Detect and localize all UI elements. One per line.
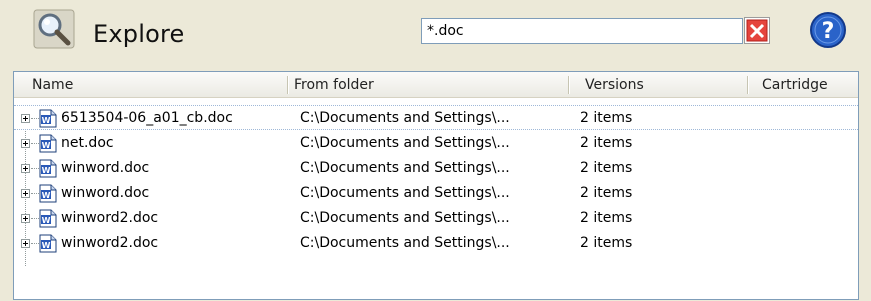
column-versions[interactable]: Versions <box>579 72 644 98</box>
row-versions: 2 items <box>580 185 633 201</box>
clear-search-button[interactable] <box>744 17 770 44</box>
row-versions: 2 items <box>580 160 633 176</box>
svg-text:W: W <box>42 166 51 175</box>
row-cartridge <box>756 231 856 256</box>
magnifier-icon <box>33 9 75 49</box>
results-panel: Name From folder Versions Cartridge W 65… <box>13 71 859 300</box>
column-name[interactable]: Name <box>26 72 73 98</box>
row-cartridge <box>756 131 856 156</box>
search-input[interactable] <box>421 18 743 44</box>
row-versions: 2 items <box>580 210 633 226</box>
word-document-icon: W <box>39 109 57 128</box>
column-cartridge[interactable]: Cartridge <box>756 72 828 98</box>
column-divider[interactable] <box>747 76 748 94</box>
row-folder: C:\Documents and Settings\... <box>300 210 510 226</box>
expand-icon[interactable] <box>21 214 30 223</box>
tree-connector <box>31 243 39 244</box>
svg-text:W: W <box>42 141 51 150</box>
word-document-icon: W <box>39 209 57 228</box>
row-cartridge <box>756 206 856 231</box>
row-cartridge <box>756 106 856 131</box>
row-folder: C:\Documents and Settings\... <box>300 135 510 151</box>
expand-icon[interactable] <box>21 139 30 148</box>
row-name: winword.doc <box>61 160 150 176</box>
table-row[interactable]: W winword2.doc C:\Documents and Settings… <box>14 231 858 256</box>
column-divider[interactable] <box>568 76 569 94</box>
column-from-folder[interactable]: From folder <box>288 72 374 98</box>
tree-connector <box>31 218 39 219</box>
row-name: 6513504-06_a01_cb.doc <box>61 110 233 126</box>
word-document-icon: W <box>39 159 57 178</box>
help-button[interactable]: ? <box>809 11 847 49</box>
row-folder: C:\Documents and Settings\... <box>300 110 510 126</box>
expand-icon[interactable] <box>21 164 30 173</box>
row-cartridge <box>756 181 856 206</box>
svg-text:W: W <box>42 241 51 250</box>
expand-icon[interactable] <box>21 189 30 198</box>
table-row[interactable]: W net.doc C:\Documents and Settings\... … <box>14 131 858 156</box>
tree-connector <box>31 193 39 194</box>
row-cartridge <box>756 156 856 181</box>
row-versions: 2 items <box>580 110 633 126</box>
row-folder: C:\Documents and Settings\... <box>300 185 510 201</box>
expand-icon[interactable] <box>21 114 30 123</box>
tree-connector <box>31 118 39 119</box>
svg-text:W: W <box>42 116 51 125</box>
tree-connector <box>31 143 39 144</box>
svg-text:W: W <box>42 191 51 200</box>
table-row[interactable]: W winword.doc C:\Documents and Settings\… <box>14 181 858 206</box>
table-row[interactable]: W 6513504-06_a01_cb.doc C:\Documents and… <box>14 105 858 130</box>
row-name: net.doc <box>61 135 114 151</box>
row-folder: C:\Documents and Settings\... <box>300 235 510 251</box>
explore-window: Explore ? Name From folder Versions Cart… <box>0 0 871 301</box>
word-document-icon: W <box>39 234 57 253</box>
row-name: winword2.doc <box>61 210 159 226</box>
help-icon: ? <box>822 19 835 44</box>
explore-header: Explore ? <box>0 0 871 68</box>
row-versions: 2 items <box>580 235 633 251</box>
table-row[interactable]: W winword.doc C:\Documents and Settings\… <box>14 156 858 181</box>
tree-connector <box>31 168 39 169</box>
page-title: Explore <box>93 20 185 48</box>
column-header: Name From folder Versions Cartridge <box>14 72 858 98</box>
table-row[interactable]: W winword2.doc C:\Documents and Settings… <box>14 206 858 231</box>
row-folder: C:\Documents and Settings\... <box>300 160 510 176</box>
expand-icon[interactable] <box>21 239 30 248</box>
word-document-icon: W <box>39 184 57 203</box>
row-name: winword2.doc <box>61 235 159 251</box>
row-versions: 2 items <box>580 135 633 151</box>
svg-text:W: W <box>42 216 51 225</box>
row-name: winword.doc <box>61 185 150 201</box>
word-document-icon: W <box>39 134 57 153</box>
